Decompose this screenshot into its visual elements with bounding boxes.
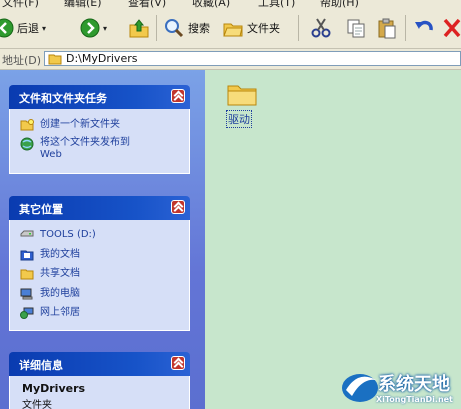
- task-publish-web-label-line2: Web: [40, 149, 62, 160]
- toolbar: 后退 ▾ ▾ 搜索 文件夹: [0, 9, 461, 49]
- menu-view[interactable]: 查看(V): [128, 0, 166, 9]
- delete-icon: [443, 18, 461, 38]
- tasks-panel-title: 文件和文件夹任务: [19, 92, 107, 105]
- search-button[interactable]: 搜索: [163, 15, 210, 41]
- address-path: D:\MyDrivers: [66, 52, 138, 65]
- up-folder-icon: [129, 19, 149, 38]
- address-input[interactable]: D:\MyDrivers: [44, 51, 461, 66]
- copy-icon: [347, 19, 365, 38]
- place-shared-documents-label: 共享文档: [40, 268, 80, 279]
- scissors-icon: [311, 18, 331, 38]
- folders-button[interactable]: 文件夹: [222, 15, 280, 41]
- details-panel-title: 详细信息: [19, 359, 63, 372]
- menu-edit[interactable]: 编辑(E): [64, 0, 102, 9]
- collapse-chevron-icon[interactable]: [171, 356, 185, 370]
- address-label: 地址(D): [2, 54, 42, 67]
- shared-documents-icon: [20, 269, 34, 280]
- address-bar: 地址(D) D:\MyDrivers: [0, 49, 461, 70]
- place-my-documents[interactable]: 我的文档: [20, 249, 80, 261]
- menu-bar: 文件(F) 编辑(E) 查看(V) 收藏(A) 工具(T) 帮助(H): [0, 0, 461, 9]
- place-drive-d-label: TOOLS (D:): [40, 229, 96, 240]
- file-list-area[interactable]: 驱动: [205, 70, 461, 409]
- menu-file[interactable]: 文件(F): [2, 0, 39, 9]
- up-folder-button[interactable]: [128, 15, 150, 41]
- paste-button[interactable]: [376, 15, 398, 41]
- search-label: 搜索: [188, 22, 210, 35]
- copy-button[interactable]: [345, 15, 367, 41]
- menu-help[interactable]: 帮助(H): [320, 0, 359, 9]
- cut-button[interactable]: [310, 15, 332, 41]
- publish-web-icon: [20, 137, 34, 151]
- places-panel-header[interactable]: 其它位置: [9, 196, 190, 220]
- details-panel-header[interactable]: 详细信息: [9, 352, 190, 376]
- folders-icon: [223, 23, 243, 37]
- place-my-computer-label: 我的电脑: [40, 288, 80, 299]
- toolbar-separator: [405, 15, 406, 41]
- details-name: MyDrivers: [22, 382, 86, 395]
- tasks-panel-body: 创建一个新文件夹 将这个文件夹发布到 Web: [9, 109, 190, 174]
- undo-icon: [415, 20, 433, 31]
- forward-dropdown-icon[interactable]: ▾: [103, 24, 107, 33]
- folders-label: 文件夹: [247, 22, 280, 35]
- menu-favorites[interactable]: 收藏(A): [192, 0, 230, 9]
- task-publish-web-label: 将这个文件夹发布到: [40, 137, 130, 148]
- folder-name-label[interactable]: 驱动: [226, 110, 252, 128]
- watermark-logo: 系统天地 XiTongTianDi.net: [338, 364, 461, 409]
- back-button[interactable]: 后退 ▾: [0, 15, 46, 41]
- place-shared-documents[interactable]: 共享文档: [20, 268, 80, 280]
- task-publish-web[interactable]: 将这个文件夹发布到 Web: [20, 137, 130, 161]
- place-my-documents-label: 我的文档: [40, 249, 80, 260]
- folder-icon: [48, 54, 62, 64]
- delete-button[interactable]: [442, 15, 461, 41]
- details-panel-body: MyDrivers 文件夹: [9, 376, 190, 409]
- place-my-computer[interactable]: 我的电脑: [20, 288, 80, 300]
- watermark-url: XiTongTianDi.net: [376, 395, 453, 404]
- network-places-icon: [20, 307, 34, 319]
- folder-icon[interactable]: [227, 82, 257, 106]
- drive-icon: [20, 230, 34, 237]
- details-type: 文件夹: [22, 400, 52, 409]
- collapse-chevron-icon[interactable]: [171, 89, 185, 103]
- back-label: 后退: [17, 22, 39, 35]
- undo-button[interactable]: [413, 15, 435, 41]
- new-folder-icon: [20, 119, 34, 131]
- my-documents-icon: [20, 250, 34, 261]
- my-computer-icon: [20, 288, 33, 300]
- places-panel-body: TOOLS (D:) 我的文档 共享文档 我的电脑 网上邻居: [9, 220, 190, 331]
- paste-icon: [378, 18, 396, 39]
- task-pane: 文件和文件夹任务 创建一个新文件夹 将这个文件夹发布到 Web 其它位置 TOO…: [0, 70, 205, 409]
- menu-tools[interactable]: 工具(T): [258, 0, 295, 9]
- toolbar-separator: [156, 15, 157, 41]
- back-dropdown-icon[interactable]: ▾: [42, 24, 46, 33]
- place-network-label: 网上邻居: [40, 307, 80, 318]
- place-network[interactable]: 网上邻居: [20, 307, 80, 319]
- task-new-folder[interactable]: 创建一个新文件夹: [20, 119, 120, 131]
- watermark-text: 系统天地: [378, 374, 450, 395]
- places-panel-title: 其它位置: [19, 203, 63, 216]
- task-new-folder-label: 创建一个新文件夹: [40, 119, 120, 130]
- toolbar-separator: [298, 15, 299, 41]
- forward-button[interactable]: ▾: [80, 15, 107, 41]
- forward-arrow-icon: [80, 18, 100, 38]
- search-icon: [165, 19, 184, 38]
- place-drive-d[interactable]: TOOLS (D:): [20, 229, 96, 241]
- tasks-panel-header[interactable]: 文件和文件夹任务: [9, 85, 190, 109]
- collapse-chevron-icon[interactable]: [171, 200, 185, 214]
- back-arrow-icon: [0, 18, 14, 38]
